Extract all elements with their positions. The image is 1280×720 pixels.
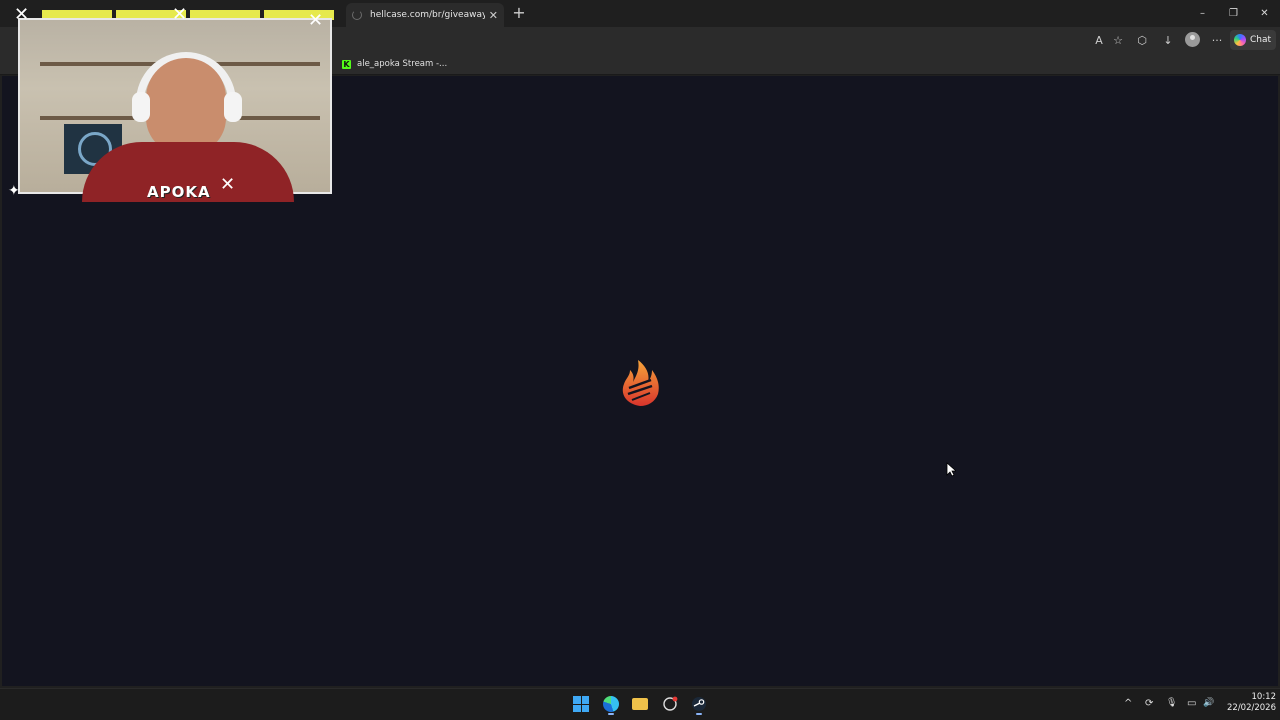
clock-date: 22/02/2026 — [1227, 703, 1276, 713]
favorite-item-kick-stream[interactable]: K ale_apoka Stream -... — [342, 57, 447, 71]
taskbar-edge[interactable] — [602, 695, 620, 713]
start-button[interactable] — [573, 696, 589, 712]
edge-icon — [603, 696, 619, 712]
overlay-text: APOKA — [147, 183, 211, 201]
active-indicator — [608, 713, 614, 715]
active-indicator — [696, 713, 702, 715]
close-window-button[interactable]: ✕ — [1249, 0, 1280, 27]
extensions-icon[interactable]: ⬡ — [1134, 32, 1150, 48]
mouse-cursor-icon — [946, 462, 956, 477]
copilot-icon — [1234, 34, 1246, 46]
maximize-button[interactable]: ❐ — [1218, 0, 1249, 27]
favorite-star-icon[interactable]: ☆ — [1110, 32, 1126, 48]
headset-earcup — [224, 92, 242, 122]
headset-earcup — [132, 92, 150, 122]
kick-icon: K — [342, 59, 351, 69]
downloads-icon[interactable]: ↓ — [1160, 32, 1176, 48]
minimize-button[interactable]: – — [1187, 0, 1218, 27]
tray-mic-icon[interactable]: 🎙 — [1166, 698, 1177, 708]
decorative-x-icon: ✕ — [220, 174, 236, 195]
new-tab-button[interactable]: + — [511, 4, 527, 22]
webcam-overlay: APOKA ✕ ✕ ✕ ✕ ✦ — [2, 4, 340, 202]
read-aloud-icon[interactable]: A — [1091, 32, 1107, 48]
chat-label: Chat — [1250, 35, 1272, 45]
address-bar[interactable] — [340, 29, 1134, 51]
tray-sync-icon[interactable]: ⟳ — [1145, 698, 1153, 709]
decorative-sparkle-icon: ✦ — [8, 183, 20, 199]
decorative-x-icon: ✕ — [172, 4, 188, 25]
copilot-chat-button[interactable]: Chat — [1230, 30, 1276, 50]
flame-logo-icon — [622, 360, 659, 406]
taskbar-file-explorer[interactable] — [631, 695, 649, 713]
taskbar-clock[interactable]: 10:12 22/02/2026 — [1218, 692, 1276, 714]
window-controls: – ❐ ✕ — [1187, 0, 1280, 27]
tray-volume-icon[interactable]: 🔊 — [1203, 698, 1214, 708]
tray-display-icon[interactable]: ▭ — [1187, 698, 1196, 709]
steam-icon — [692, 697, 706, 711]
streamer-face — [146, 58, 226, 154]
profile-avatar[interactable] — [1185, 32, 1200, 47]
active-tab[interactable]: hellcase.com/br/giveaways/user/d ✕ — [346, 3, 504, 27]
clock-time: 10:12 — [1251, 692, 1277, 702]
loading-spinner-icon — [352, 10, 362, 20]
app-icon — [663, 696, 678, 711]
more-menu-icon[interactable]: ··· — [1209, 32, 1225, 48]
favorite-item-label: ale_apoka Stream -... — [357, 59, 448, 69]
tab-close-icon[interactable]: ✕ — [489, 9, 498, 22]
taskbar-steam[interactable] — [690, 695, 708, 713]
decorative-x-icon: ✕ — [14, 4, 30, 25]
taskbar-app[interactable] — [661, 695, 679, 713]
tab-title: hellcase.com/br/giveaways/user/d — [370, 10, 485, 20]
folder-icon — [632, 698, 648, 710]
decorative-x-icon: ✕ — [308, 10, 324, 31]
tray-overflow-icon[interactable]: ^ — [1124, 698, 1132, 709]
